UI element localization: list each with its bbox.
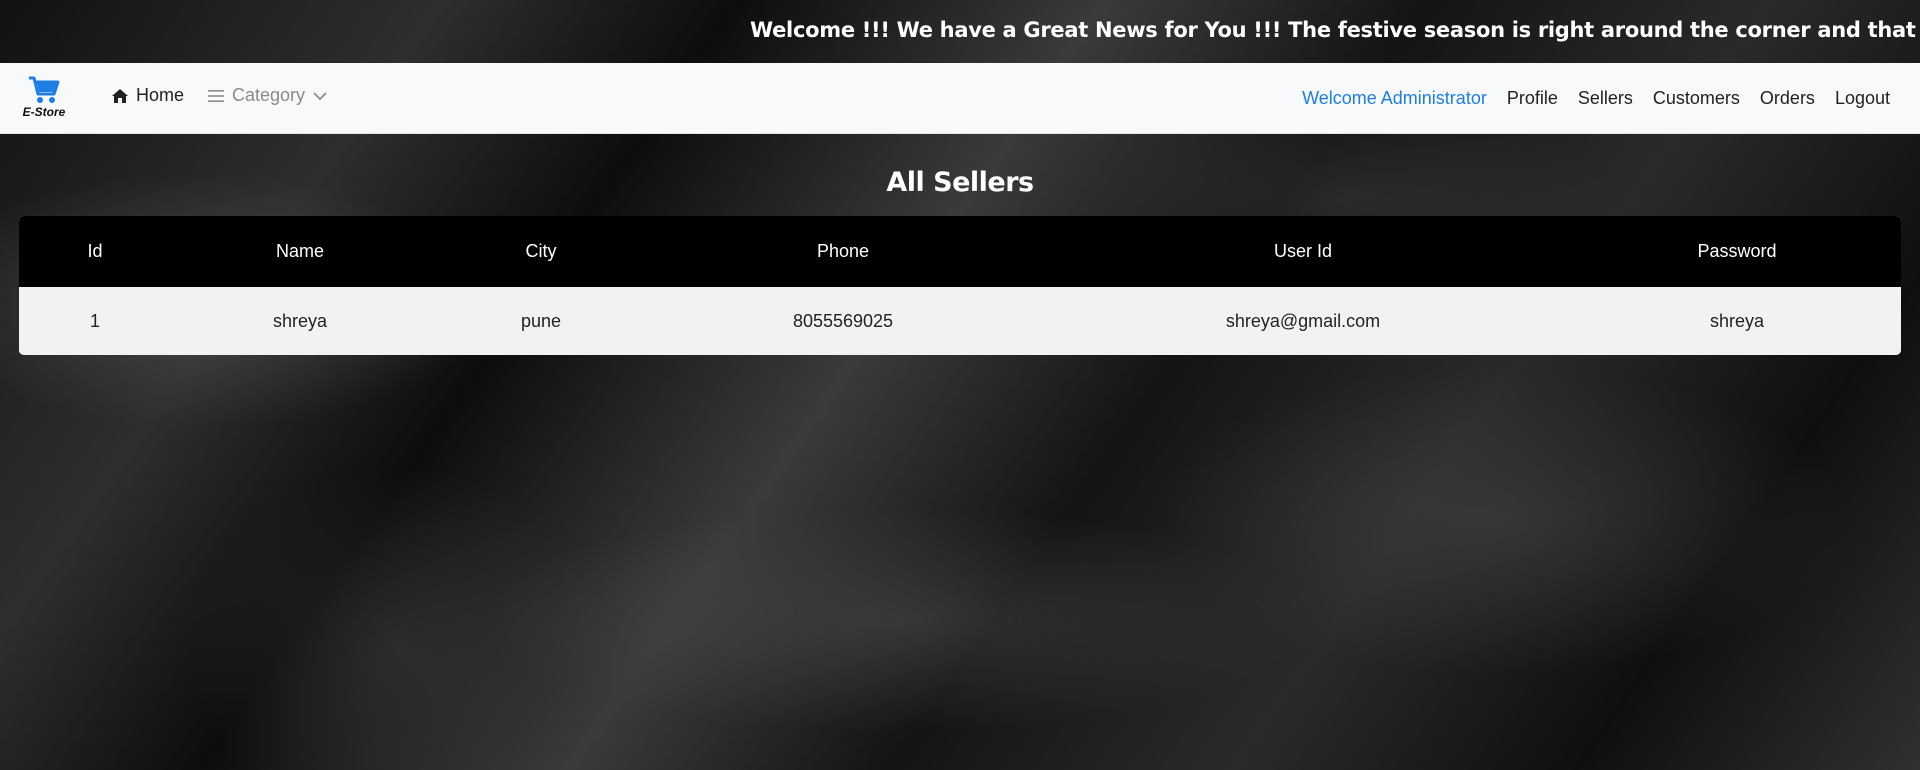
cell-name: shreya	[171, 287, 429, 355]
nav-home-link[interactable]: Home	[112, 85, 184, 106]
home-icon	[112, 88, 128, 103]
column-header-city: City	[525, 241, 557, 261]
shopping-cart-icon	[19, 75, 69, 105]
nav-sellers-link[interactable]: Sellers	[1578, 88, 1633, 109]
page-title: All Sellers	[886, 167, 1034, 198]
nav-category-dropdown[interactable]: Category	[208, 85, 327, 106]
sellers-table: Id Name City Phone User Id Password 1 sh…	[19, 216, 1901, 355]
cell-phone: 8055569025	[653, 287, 1033, 355]
cell-city: pune	[429, 287, 653, 355]
table-row: 1 shreya pune 8055569025 shreya@gmail.co…	[19, 287, 1901, 355]
cell-id: 1	[19, 287, 171, 355]
nav-logout-link[interactable]: Logout	[1835, 88, 1890, 109]
welcome-text: Welcome Administrator	[1302, 88, 1487, 108]
chevron-down-icon	[313, 91, 327, 101]
column-header-phone: Phone	[816, 241, 870, 261]
navbar: E-Store Home Category Welcome Administra…	[0, 63, 1920, 134]
cell-user-id: shreya@gmail.com	[1033, 287, 1573, 355]
brand-logo[interactable]: E-Store	[19, 75, 69, 123]
table-header-row: Id Name City Phone User Id Password	[19, 216, 1901, 287]
nav-category-label: Category	[232, 85, 306, 105]
column-header-name: Name	[275, 241, 324, 261]
column-header-user-id: User Id	[1273, 241, 1333, 261]
cell-password: shreya	[1573, 287, 1901, 355]
column-header-password: Password	[1697, 241, 1777, 261]
nav-profile-link[interactable]: Profile	[1507, 88, 1558, 109]
nav-orders-link[interactable]: Orders	[1760, 88, 1815, 109]
announcement-marquee: Welcome !!! We have a Great News for You…	[0, 0, 1920, 63]
marquee-text: Welcome !!! We have a Great News for You…	[750, 18, 1920, 42]
nav-home-label: Home	[136, 85, 185, 105]
bars-icon	[208, 88, 225, 104]
column-header-id: Id	[87, 241, 103, 261]
brand-label: E-Store	[22, 105, 66, 119]
nav-customers-link[interactable]: Customers	[1653, 88, 1740, 109]
